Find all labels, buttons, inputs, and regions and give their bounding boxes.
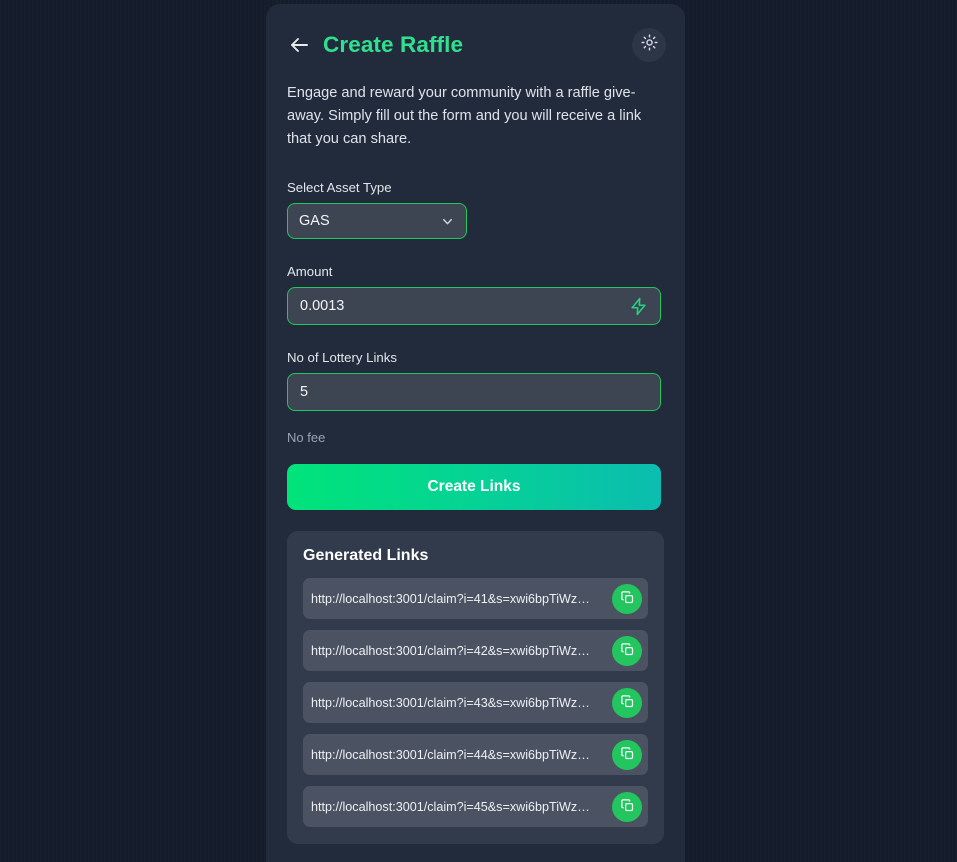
lottery-links-input[interactable]: 5 xyxy=(300,384,648,400)
copy-link-button[interactable] xyxy=(612,739,642,770)
link-row[interactable]: http://localhost:3001/claim?i=42&s=xwi6b… xyxy=(303,630,648,671)
link-url: http://localhost:3001/claim?i=43&s=xwi6b… xyxy=(311,695,590,710)
copy-icon xyxy=(620,590,635,608)
copy-icon xyxy=(620,746,635,764)
link-url: http://localhost:3001/claim?i=45&s=xwi6b… xyxy=(311,799,590,814)
lightning-bolt-icon[interactable] xyxy=(628,296,648,316)
generated-links-title: Generated Links xyxy=(303,547,429,564)
theme-toggle-button[interactable] xyxy=(632,28,666,62)
link-url: http://localhost:3001/claim?i=42&s=xwi6b… xyxy=(311,643,590,658)
page-title: Create Raffle xyxy=(323,32,464,57)
fee-note: No fee xyxy=(287,430,326,445)
link-row[interactable]: http://localhost:3001/claim?i=45&s=xwi6b… xyxy=(303,786,648,827)
amount-input-wrap[interactable]: 0.0013 xyxy=(287,287,661,325)
copy-link-button[interactable] xyxy=(612,583,642,614)
copy-icon xyxy=(620,642,635,660)
generated-links-panel: Generated Links http://localhost:3001/cl… xyxy=(287,531,664,844)
asset-type-value: GAS xyxy=(299,213,330,229)
link-row[interactable]: http://localhost:3001/claim?i=41&s=xwi6b… xyxy=(303,578,648,619)
back-arrow-icon[interactable] xyxy=(287,33,311,57)
link-row[interactable]: http://localhost:3001/claim?i=43&s=xwi6b… xyxy=(303,682,648,723)
lottery-links-label: No of Lottery Links xyxy=(287,350,397,365)
link-row[interactable]: http://localhost:3001/claim?i=44&s=xwi6b… xyxy=(303,734,648,775)
sun-icon xyxy=(640,34,658,56)
asset-type-label: Select Asset Type xyxy=(287,180,392,195)
chevron-down-icon xyxy=(439,213,455,229)
lottery-links-input-wrap[interactable]: 5 xyxy=(287,373,661,411)
copy-link-button[interactable] xyxy=(612,687,642,718)
asset-type-select-wrap: GAS xyxy=(287,203,467,239)
create-raffle-card: Create Raffle Engage and reward your com… xyxy=(266,4,685,862)
page-description: Engage and reward your community with a … xyxy=(287,85,642,147)
page-root: Create Raffle Engage and reward your com… xyxy=(0,0,957,862)
card-header: Create Raffle xyxy=(287,26,666,64)
amount-label: Amount xyxy=(287,264,333,279)
copy-icon xyxy=(620,798,635,816)
create-links-button[interactable]: Create Links xyxy=(287,464,661,510)
copy-icon xyxy=(620,694,635,712)
copy-link-button[interactable] xyxy=(612,635,642,666)
amount-input[interactable]: 0.0013 xyxy=(300,298,628,314)
copy-link-button[interactable] xyxy=(612,791,642,822)
asset-type-select[interactable]: GAS xyxy=(287,203,467,239)
link-url: http://localhost:3001/claim?i=44&s=xwi6b… xyxy=(311,747,590,762)
link-url: http://localhost:3001/claim?i=41&s=xwi6b… xyxy=(311,591,590,606)
